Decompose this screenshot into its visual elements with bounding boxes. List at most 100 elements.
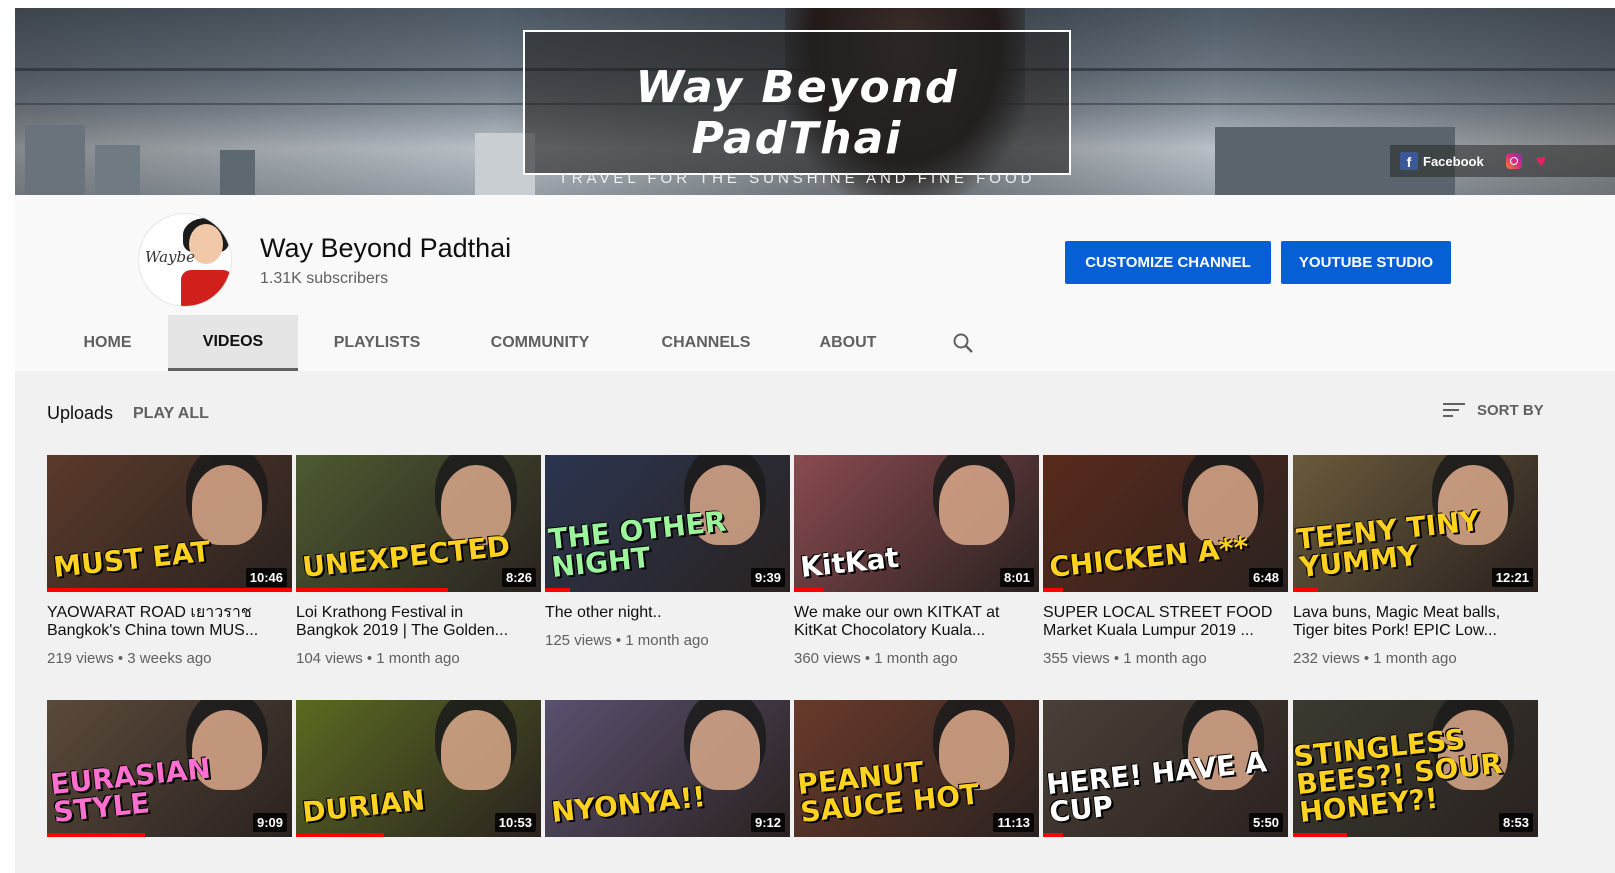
watch-progress-bar bbox=[47, 833, 145, 837]
thumbnail-text: KitKat bbox=[798, 540, 901, 584]
video-card[interactable]: CHICKEN A** 6:48 SUPER LOCAL STREET FOOD M… bbox=[1043, 455, 1288, 667]
video-meta: 104 views • 1 month ago bbox=[296, 650, 541, 667]
avatar-dress bbox=[181, 270, 231, 306]
video-card[interactable]: HERE! HAVE A CUP 5:50 bbox=[1043, 700, 1288, 837]
instagram-icon[interactable] bbox=[1505, 153, 1522, 169]
view-count: 104 views bbox=[296, 650, 363, 667]
facebook-icon[interactable]: f bbox=[1400, 152, 1418, 170]
meta-separator: • bbox=[362, 650, 377, 667]
video-card[interactable]: NYONYA!! 9:12 bbox=[545, 700, 790, 837]
view-count: 232 views bbox=[1293, 650, 1360, 667]
video-card[interactable]: MUST EAT 10:46 YAOWARAT ROAD เยาวราช Bangk… bbox=[47, 455, 292, 667]
tab-community[interactable]: COMMUNITY bbox=[473, 315, 607, 371]
sort-by-label: SORT BY bbox=[1477, 401, 1544, 419]
video-thumbnail[interactable]: EURASIAN STYLE 9:09 bbox=[47, 700, 292, 837]
video-thumbnail[interactable]: PEANUT SAUCE HOT 11:13 bbox=[794, 700, 1039, 837]
video-thumbnail[interactable]: UNEXPECTED 8:26 bbox=[296, 455, 541, 592]
video-card[interactable]: UNEXPECTED 8:26 Loi Krathong Festival in B… bbox=[296, 455, 541, 667]
upload-age: 1 month ago bbox=[1373, 650, 1457, 667]
video-meta: 125 views • 1 month ago bbox=[545, 632, 790, 649]
thumbnail-text: UNEXPECTED bbox=[300, 529, 512, 584]
play-all-button[interactable]: PLAY ALL bbox=[133, 405, 209, 423]
video-title[interactable]: We make our own KITKAT at KitKat Chocola… bbox=[794, 604, 1039, 640]
section-title: Uploads bbox=[47, 403, 114, 423]
watch-progress-bar bbox=[296, 833, 385, 837]
watch-progress-bar bbox=[296, 588, 448, 592]
video-title[interactable]: YAOWARAT ROAD เยาวราช Bangkok's China to… bbox=[47, 604, 292, 640]
video-thumbnail[interactable]: HERE! HAVE A CUP 5:50 bbox=[1043, 700, 1288, 837]
tab-home[interactable]: HOME bbox=[60, 315, 155, 371]
video-meta: 232 views • 1 month ago bbox=[1293, 650, 1538, 667]
view-count: 360 views bbox=[794, 650, 861, 667]
meta-separator: • bbox=[1359, 650, 1374, 667]
video-title[interactable]: SUPER LOCAL STREET FOOD Market Kuala Lum… bbox=[1043, 604, 1288, 640]
video-thumbnail[interactable]: CHICKEN A** 6:48 bbox=[1043, 455, 1288, 592]
tab-about[interactable]: ABOUT bbox=[807, 315, 889, 371]
channel-page: Way Beyond PadThai TRAVEL FOR THE SUNSHI… bbox=[15, 8, 1615, 873]
meta-separator: • bbox=[1109, 650, 1124, 667]
customize-channel-button[interactable]: CUSTOMIZE CHANNEL bbox=[1065, 241, 1271, 284]
banner-subtitle: TRAVEL FOR THE SUNSHINE AND FINE FOOD bbox=[558, 170, 1036, 187]
subscriber-count: 1.31K subscribers bbox=[260, 270, 389, 287]
watch-progress-bar bbox=[47, 588, 292, 592]
view-count: 125 views bbox=[545, 632, 612, 649]
view-count: 355 views bbox=[1043, 650, 1110, 667]
banner-links: f Facebook ♥ bbox=[1390, 145, 1615, 177]
thumbnail-text: NYONYA!! bbox=[549, 779, 708, 829]
thumbnail-person bbox=[939, 465, 1009, 545]
video-thumbnail[interactable]: TEENY TINY YUMMY 12:21 bbox=[1293, 455, 1538, 592]
video-card[interactable]: PEANUT SAUCE HOT 11:13 bbox=[794, 700, 1039, 837]
video-thumbnail[interactable]: DURIAN 10:53 bbox=[296, 700, 541, 837]
video-title[interactable]: The other night.. bbox=[545, 604, 790, 622]
video-duration: 12:21 bbox=[1491, 568, 1533, 587]
video-title[interactable]: Loi Krathong Festival in Bangkok 2019 | … bbox=[296, 604, 541, 640]
banner-building bbox=[25, 125, 85, 195]
video-thumbnail[interactable]: THE OTHER NIGHT 9:39 bbox=[545, 455, 790, 592]
thumbnail-text: DURIAN bbox=[300, 783, 427, 829]
thumbnail-person bbox=[690, 710, 760, 790]
video-duration: 8:53 bbox=[1498, 813, 1533, 832]
upload-age: 1 month ago bbox=[376, 650, 460, 667]
sort-icon bbox=[1443, 401, 1465, 419]
meta-separator: • bbox=[113, 650, 128, 667]
video-thumbnail[interactable]: NYONYA!! 9:12 bbox=[545, 700, 790, 837]
watch-progress-bar bbox=[1293, 833, 1347, 837]
watch-progress-bar bbox=[794, 588, 824, 592]
video-card[interactable]: EURASIAN STYLE 9:09 bbox=[47, 700, 292, 837]
tab-playlists[interactable]: PLAYLISTS bbox=[315, 315, 439, 371]
video-duration: 9:12 bbox=[750, 813, 785, 832]
search-icon[interactable] bbox=[951, 331, 975, 355]
channel-header: Waybe Way Beyond Padthai 1.31K subscribe… bbox=[15, 195, 1615, 371]
tab-videos[interactable]: VIDEOS bbox=[168, 315, 298, 371]
video-card[interactable]: TEENY TINY YUMMY 12:21 Lava buns, Magic Me… bbox=[1293, 455, 1538, 667]
video-thumbnail[interactable]: KitKat 8:01 bbox=[794, 455, 1039, 592]
video-title[interactable]: Lava buns, Magic Meat balls, Tiger bites… bbox=[1293, 604, 1538, 640]
thumbnail-person bbox=[441, 710, 511, 790]
sort-by-button[interactable]: SORT BY bbox=[1443, 401, 1544, 419]
banner-title: Way Beyond PadThai bbox=[635, 62, 959, 164]
video-thumbnail[interactable]: MUST EAT 10:46 bbox=[47, 455, 292, 592]
youtube-studio-button[interactable]: YOUTUBE STUDIO bbox=[1281, 241, 1451, 284]
video-card[interactable]: KitKat 8:01 We make our own KITKAT at KitK… bbox=[794, 455, 1039, 667]
tab-channels[interactable]: CHANNELS bbox=[645, 315, 767, 371]
video-meta: 219 views • 3 weeks ago bbox=[47, 650, 292, 667]
channel-name: Way Beyond Padthai bbox=[260, 233, 512, 263]
video-duration: 8:26 bbox=[501, 568, 536, 587]
upload-age: 1 month ago bbox=[1123, 650, 1207, 667]
video-duration: 10:53 bbox=[494, 813, 536, 832]
videos-section: Uploads PLAY ALL SORT BY MUST EAT 10:46 YA… bbox=[15, 371, 1615, 873]
video-card[interactable]: STINGLESS BEES?! SOUR HONEY?! 8:53 bbox=[1293, 700, 1538, 837]
facebook-link[interactable]: Facebook bbox=[1423, 154, 1484, 169]
video-card[interactable]: THE OTHER NIGHT 9:39 The other night.. 125 … bbox=[545, 455, 790, 649]
video-duration: 6:48 bbox=[1248, 568, 1283, 587]
channel-banner: Way Beyond PadThai TRAVEL FOR THE SUNSHI… bbox=[15, 8, 1615, 195]
thumbnail-text: CHICKEN A** bbox=[1047, 530, 1251, 584]
banner-building bbox=[95, 145, 140, 195]
video-duration: 9:09 bbox=[252, 813, 287, 832]
avatar[interactable]: Waybe bbox=[139, 214, 231, 306]
watch-progress-bar bbox=[1043, 588, 1063, 592]
upload-age: 1 month ago bbox=[625, 632, 709, 649]
video-card[interactable]: DURIAN 10:53 bbox=[296, 700, 541, 837]
video-thumbnail[interactable]: STINGLESS BEES?! SOUR HONEY?! 8:53 bbox=[1293, 700, 1538, 837]
heart-icon[interactable]: ♥ bbox=[1536, 151, 1547, 172]
